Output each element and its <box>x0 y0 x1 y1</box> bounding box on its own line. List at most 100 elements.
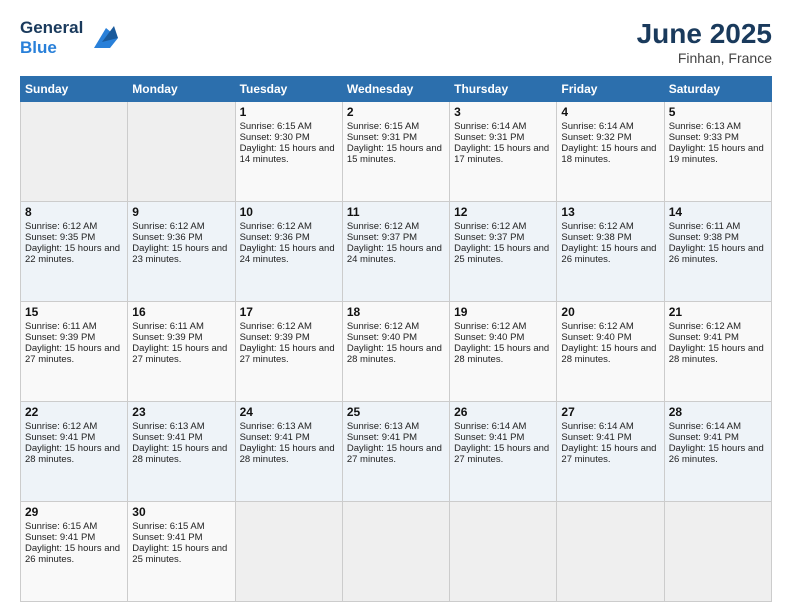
calendar-week-row: 15Sunrise: 6:11 AMSunset: 9:39 PMDayligh… <box>21 302 772 402</box>
sunset-text: Sunset: 9:40 PM <box>454 332 524 343</box>
calendar-day-cell: 8Sunrise: 6:12 AMSunset: 9:35 PMDaylight… <box>21 202 128 302</box>
calendar-day-cell: 15Sunrise: 6:11 AMSunset: 9:39 PMDayligh… <box>21 302 128 402</box>
sunrise-text: Sunrise: 6:11 AM <box>132 321 204 332</box>
daylight-text: Daylight: 15 hours and 22 minutes. <box>25 243 120 265</box>
day-number: 3 <box>454 105 552 119</box>
sunrise-text: Sunrise: 6:12 AM <box>347 321 419 332</box>
sunrise-text: Sunrise: 6:11 AM <box>669 221 741 232</box>
day-number: 9 <box>132 205 230 219</box>
calendar-day-cell: 4 Sunrise: 6:14 AMSunset: 9:32 PMDaylight… <box>557 102 664 202</box>
calendar-day-cell: 24Sunrise: 6:13 AMSunset: 9:41 PMDayligh… <box>235 402 342 502</box>
daylight-text: Daylight: 15 hours and 17 minutes. <box>454 143 549 165</box>
daylight-text: Daylight: 15 hours and 27 minutes. <box>454 443 549 465</box>
header: GeneralBlue June 2025 Finhan, France <box>20 18 772 66</box>
daylight-text: Daylight: 15 hours and 27 minutes. <box>25 343 120 365</box>
sunset-text: Sunset: 9:39 PM <box>25 332 95 343</box>
sunrise-text: Sunrise: 6:12 AM <box>132 221 204 232</box>
calendar-day-cell <box>128 102 235 202</box>
daylight-text: Daylight: 15 hours and 28 minutes. <box>454 343 549 365</box>
sunset-text: Sunset: 9:41 PM <box>347 432 417 443</box>
sunset-text: Sunset: 9:36 PM <box>240 232 310 243</box>
sunrise-text: Sunrise: 6:14 AM <box>669 421 741 432</box>
day-number: 13 <box>561 205 659 219</box>
sunrise-text: Sunrise: 6:12 AM <box>561 321 633 332</box>
calendar-day-cell: 9Sunrise: 6:12 AMSunset: 9:36 PMDaylight… <box>128 202 235 302</box>
calendar-day-cell: 11Sunrise: 6:12 AMSunset: 9:37 PMDayligh… <box>342 202 449 302</box>
calendar-table: SundayMondayTuesdayWednesdayThursdayFrid… <box>20 76 772 602</box>
calendar-week-row: 22Sunrise: 6:12 AMSunset: 9:41 PMDayligh… <box>21 402 772 502</box>
sunset-text: Sunset: 9:30 PM <box>240 132 310 143</box>
sunrise-text: Sunrise: 6:13 AM <box>347 421 419 432</box>
logo: GeneralBlue <box>20 18 118 57</box>
sunrise-text: Sunrise: 6:12 AM <box>240 221 312 232</box>
day-number: 4 <box>561 105 659 119</box>
weekday-header: Thursday <box>450 77 557 102</box>
weekday-header: Friday <box>557 77 664 102</box>
daylight-text: Daylight: 15 hours and 26 minutes. <box>561 243 656 265</box>
day-number: 2 <box>347 105 445 119</box>
calendar-day-cell: 23Sunrise: 6:13 AMSunset: 9:41 PMDayligh… <box>128 402 235 502</box>
sunset-text: Sunset: 9:41 PM <box>132 532 202 543</box>
weekday-header: Sunday <box>21 77 128 102</box>
sunset-text: Sunset: 9:41 PM <box>454 432 524 443</box>
daylight-text: Daylight: 15 hours and 24 minutes. <box>347 243 442 265</box>
day-number: 20 <box>561 305 659 319</box>
calendar-day-cell: 3Sunrise: 6:14 AMSunset: 9:31 PMDaylight… <box>450 102 557 202</box>
daylight-text: Daylight: 15 hours and 14 minutes. <box>240 143 335 165</box>
sunset-text: Sunset: 9:41 PM <box>561 432 631 443</box>
day-number: 14 <box>669 205 767 219</box>
daylight-text: Daylight: 15 hours and 27 minutes. <box>240 343 335 365</box>
day-number: 16 <box>132 305 230 319</box>
sunset-text: Sunset: 9:41 PM <box>240 432 310 443</box>
calendar-day-cell: 16 Sunrise: 6:11 AMSunset: 9:39 PMDayligh… <box>128 302 235 402</box>
daylight-text: Daylight: 15 hours and 26 minutes. <box>25 543 120 565</box>
calendar-day-cell: 19Sunrise: 6:12 AMSunset: 9:40 PMDayligh… <box>450 302 557 402</box>
calendar-day-cell: 21Sunrise: 6:12 AMSunset: 9:41 PMDayligh… <box>664 302 771 402</box>
day-number: 30 <box>132 505 230 519</box>
sunset-text: Sunset: 9:37 PM <box>454 232 524 243</box>
sunrise-text: Sunrise: 6:12 AM <box>561 221 633 232</box>
calendar-day-cell: 1Sunrise: 6:15 AMSunset: 9:30 PMDaylight… <box>235 102 342 202</box>
month-title: June 2025 <box>637 18 772 50</box>
daylight-text: Daylight: 15 hours and 18 minutes. <box>561 143 656 165</box>
calendar-day-cell <box>557 502 664 602</box>
daylight-text: Daylight: 15 hours and 27 minutes. <box>132 343 227 365</box>
sunset-text: Sunset: 9:41 PM <box>132 432 202 443</box>
day-number: 25 <box>347 405 445 419</box>
day-number: 5 <box>669 105 767 119</box>
sunset-text: Sunset: 9:41 PM <box>669 432 739 443</box>
calendar-day-cell: 28Sunrise: 6:14 AMSunset: 9:41 PMDayligh… <box>664 402 771 502</box>
sunrise-text: Sunrise: 6:14 AM <box>454 121 526 132</box>
day-number: 19 <box>454 305 552 319</box>
day-number: 26 <box>454 405 552 419</box>
sunrise-text: Sunrise: 6:12 AM <box>25 221 97 232</box>
sunrise-text: Sunrise: 6:13 AM <box>240 421 312 432</box>
page: GeneralBlue June 2025 Finhan, France Sun… <box>0 0 792 612</box>
sunset-text: Sunset: 9:39 PM <box>132 332 202 343</box>
sunset-text: Sunset: 9:40 PM <box>561 332 631 343</box>
title-block: June 2025 Finhan, France <box>637 18 772 66</box>
day-number: 28 <box>669 405 767 419</box>
sunrise-text: Sunrise: 6:14 AM <box>561 121 633 132</box>
calendar-day-cell: 26Sunrise: 6:14 AMSunset: 9:41 PMDayligh… <box>450 402 557 502</box>
weekday-header: Monday <box>128 77 235 102</box>
day-number: 21 <box>669 305 767 319</box>
calendar-day-cell: 30Sunrise: 6:15 AMSunset: 9:41 PMDayligh… <box>128 502 235 602</box>
daylight-text: Daylight: 15 hours and 25 minutes. <box>454 243 549 265</box>
sunrise-text: Sunrise: 6:12 AM <box>240 321 312 332</box>
day-number: 11 <box>347 205 445 219</box>
daylight-text: Daylight: 15 hours and 24 minutes. <box>240 243 335 265</box>
sunrise-text: Sunrise: 6:12 AM <box>347 221 419 232</box>
day-number: 23 <box>132 405 230 419</box>
day-number: 1 <box>240 105 338 119</box>
daylight-text: Daylight: 15 hours and 23 minutes. <box>132 243 227 265</box>
calendar-day-cell: 25Sunrise: 6:13 AMSunset: 9:41 PMDayligh… <box>342 402 449 502</box>
weekday-header: Wednesday <box>342 77 449 102</box>
sunset-text: Sunset: 9:32 PM <box>561 132 631 143</box>
sunset-text: Sunset: 9:38 PM <box>561 232 631 243</box>
daylight-text: Daylight: 15 hours and 27 minutes. <box>561 443 656 465</box>
calendar-day-cell <box>450 502 557 602</box>
calendar-day-cell <box>664 502 771 602</box>
calendar-week-row: 29Sunrise: 6:15 AMSunset: 9:41 PMDayligh… <box>21 502 772 602</box>
daylight-text: Daylight: 15 hours and 28 minutes. <box>561 343 656 365</box>
